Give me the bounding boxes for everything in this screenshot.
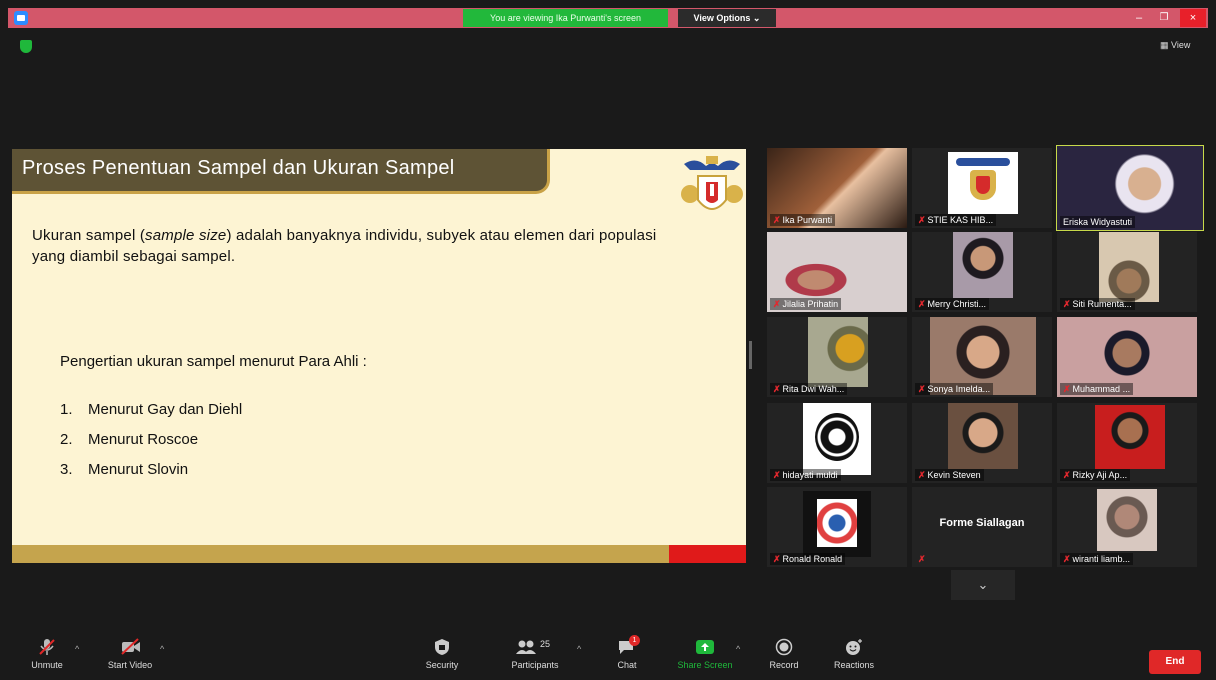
list-item: 1. Menurut Gay dan Diehl <box>60 401 243 418</box>
record-icon <box>774 638 794 656</box>
participant-tile[interactable]: Forme Siallagan ✗ <box>912 487 1052 567</box>
college-crest-logo <box>681 156 743 210</box>
chat-unread-badge: 1 <box>629 635 640 646</box>
experts-list: 1. Menurut Gay dan Diehl 2. Menurut Roscoe… <box>60 401 242 491</box>
participant-name: hidayati muldi <box>782 470 838 480</box>
share-screen-button[interactable]: Share Screen <box>672 638 738 670</box>
participant-tile[interactable]: ✗ Kevin Steven <box>912 403 1052 483</box>
title-bar: You are viewing Ika Purwanti's screen Vi… <box>8 8 1208 28</box>
participant-name: Sonya Imelda... <box>927 384 991 394</box>
security-button[interactable]: Security <box>420 638 464 670</box>
list-item: 2. Menurut Roscoe <box>60 431 199 448</box>
muted-mic-icon: ✗ <box>773 299 781 309</box>
muted-mic-icon: ✗ <box>1063 384 1071 394</box>
close-window-button[interactable]: × <box>1180 9 1206 27</box>
crest-avatar <box>948 152 1018 214</box>
start-video-button[interactable]: Start Video <box>100 638 160 670</box>
participants-button[interactable]: 25 Participants <box>503 638 567 670</box>
experts-subheading: Pengertian ukuran sampel menurut Para Ah… <box>60 353 367 370</box>
participant-name: Merry Christi... <box>927 299 987 309</box>
participant-tile[interactable]: ✗ wiranti liamb... <box>1057 487 1197 567</box>
end-meeting-button[interactable]: End <box>1149 650 1201 674</box>
participant-tile[interactable]: ✗ Siti Rumenta... <box>1057 232 1197 312</box>
participant-name: Ika Purwanti <box>782 215 833 225</box>
participant-name: Eriska Widyastuti <box>1060 216 1136 228</box>
slide-title-banner: Proses Penentuan Sampel dan Ukuran Sampe… <box>12 149 550 194</box>
muted-mic-icon: ✗ <box>918 384 926 394</box>
muted-mic-icon: ✗ <box>1063 299 1071 309</box>
share-screen-icon <box>695 638 715 656</box>
participant-tile[interactable]: ✗ Rizky Aji Ap... <box>1057 403 1197 483</box>
reactions-button[interactable]: Reactions <box>826 638 882 670</box>
participant-name: STIE KAS HIB... <box>927 215 994 225</box>
participant-name: Siti Rumenta... <box>1072 299 1132 309</box>
audio-options-caret[interactable]: ^ <box>75 644 79 654</box>
viewing-screen-banner: You are viewing Ika Purwanti's screen <box>463 9 668 27</box>
muted-mic-icon: ✗ <box>918 554 926 564</box>
shared-screen-slide: Proses Penentuan Sampel dan Ukuran Sampe… <box>12 149 746 563</box>
participant-tile[interactable]: ✗ Sonya Imelda... <box>912 317 1052 397</box>
participant-tile[interactable]: ✗ hidayati muldi <box>767 403 907 483</box>
split-divider-handle[interactable] <box>749 341 752 369</box>
video-off-icon <box>120 638 140 656</box>
list-item: 3. Menurut Slovin <box>60 461 189 478</box>
muted-mic-icon: ✗ <box>1063 554 1071 564</box>
participant-tile[interactable]: ✗ Muhammad ... <box>1057 317 1197 397</box>
chat-button[interactable]: 1 Chat <box>605 635 649 670</box>
view-options-button[interactable]: View Options ⌄ <box>678 9 776 27</box>
meeting-toolbar: Unmute ^ Start Video ^ Security 25 Parti… <box>0 630 1216 680</box>
participant-name: wiranti liamb... <box>1072 554 1131 564</box>
participant-count: 25 <box>540 639 551 649</box>
participant-tile[interactable]: ✗ Ronald Ronald <box>767 487 907 567</box>
participant-tile[interactable]: ✗ Rita Dwi Wah... <box>767 317 907 397</box>
minimize-button[interactable]: – <box>1128 9 1150 27</box>
video-options-caret[interactable]: ^ <box>160 644 164 654</box>
muted-mic-icon: ✗ <box>773 554 781 564</box>
participants-icon: 25 <box>515 638 555 656</box>
participant-name: Muhammad ... <box>1072 384 1131 394</box>
zoom-app-icon <box>14 11 28 25</box>
gallery-view-button[interactable]: ▦ View <box>1160 40 1190 51</box>
participant-tile[interactable]: ✗ Merry Christi... <box>912 232 1052 312</box>
participant-tile[interactable]: ✗ Ika Purwanti <box>767 148 907 228</box>
muted-microphone-icon <box>37 638 57 656</box>
participant-tile[interactable]: ✗ Jilalia Prihatin <box>767 232 907 312</box>
muted-mic-icon: ✗ <box>918 299 926 309</box>
share-options-caret[interactable]: ^ <box>736 644 740 654</box>
muted-mic-icon: ✗ <box>773 215 781 225</box>
unmute-button[interactable]: Unmute <box>22 638 72 670</box>
slide-footer-bar <box>12 545 669 563</box>
muted-mic-icon: ✗ <box>1063 470 1071 480</box>
maximize-button[interactable]: ❐ <box>1153 9 1175 27</box>
muted-mic-icon: ✗ <box>918 470 926 480</box>
participant-name: Rita Dwi Wah... <box>782 384 845 394</box>
chat-bubble-icon: 1 <box>617 635 640 656</box>
participant-name: Ronald Ronald <box>782 554 843 564</box>
participants-options-caret[interactable]: ^ <box>577 644 581 654</box>
gallery-scroll-down-button[interactable]: ⌄ <box>951 570 1015 600</box>
muted-mic-icon: ✗ <box>773 384 781 394</box>
emoji-reaction-icon <box>844 638 864 656</box>
muted-mic-icon: ✗ <box>918 215 926 225</box>
participant-tile-active-speaker[interactable]: Eriska Widyastuti <box>1056 145 1204 231</box>
participant-name-placeholder: Forme Siallagan <box>939 517 1025 529</box>
participant-name: Kevin Steven <box>927 470 981 480</box>
zoom-meeting-window: You are viewing Ika Purwanti's screen Vi… <box>0 0 1216 680</box>
participant-name: Rizky Aji Ap... <box>1072 470 1128 480</box>
slide-title: Proses Penentuan Sampel dan Ukuran Sampe… <box>22 157 455 179</box>
slide-footer-accent <box>669 545 746 563</box>
encryption-shield-icon[interactable] <box>20 40 32 53</box>
participant-tile[interactable]: ✗ STIE KAS HIB... <box>912 148 1052 228</box>
participant-name: Jilalia Prihatin <box>782 299 839 309</box>
record-button[interactable]: Record <box>762 638 806 670</box>
security-shield-icon <box>432 638 452 656</box>
muted-mic-icon: ✗ <box>773 470 781 480</box>
sample-size-definition: Ukuran sampel (sample size) adalah banya… <box>32 227 657 265</box>
